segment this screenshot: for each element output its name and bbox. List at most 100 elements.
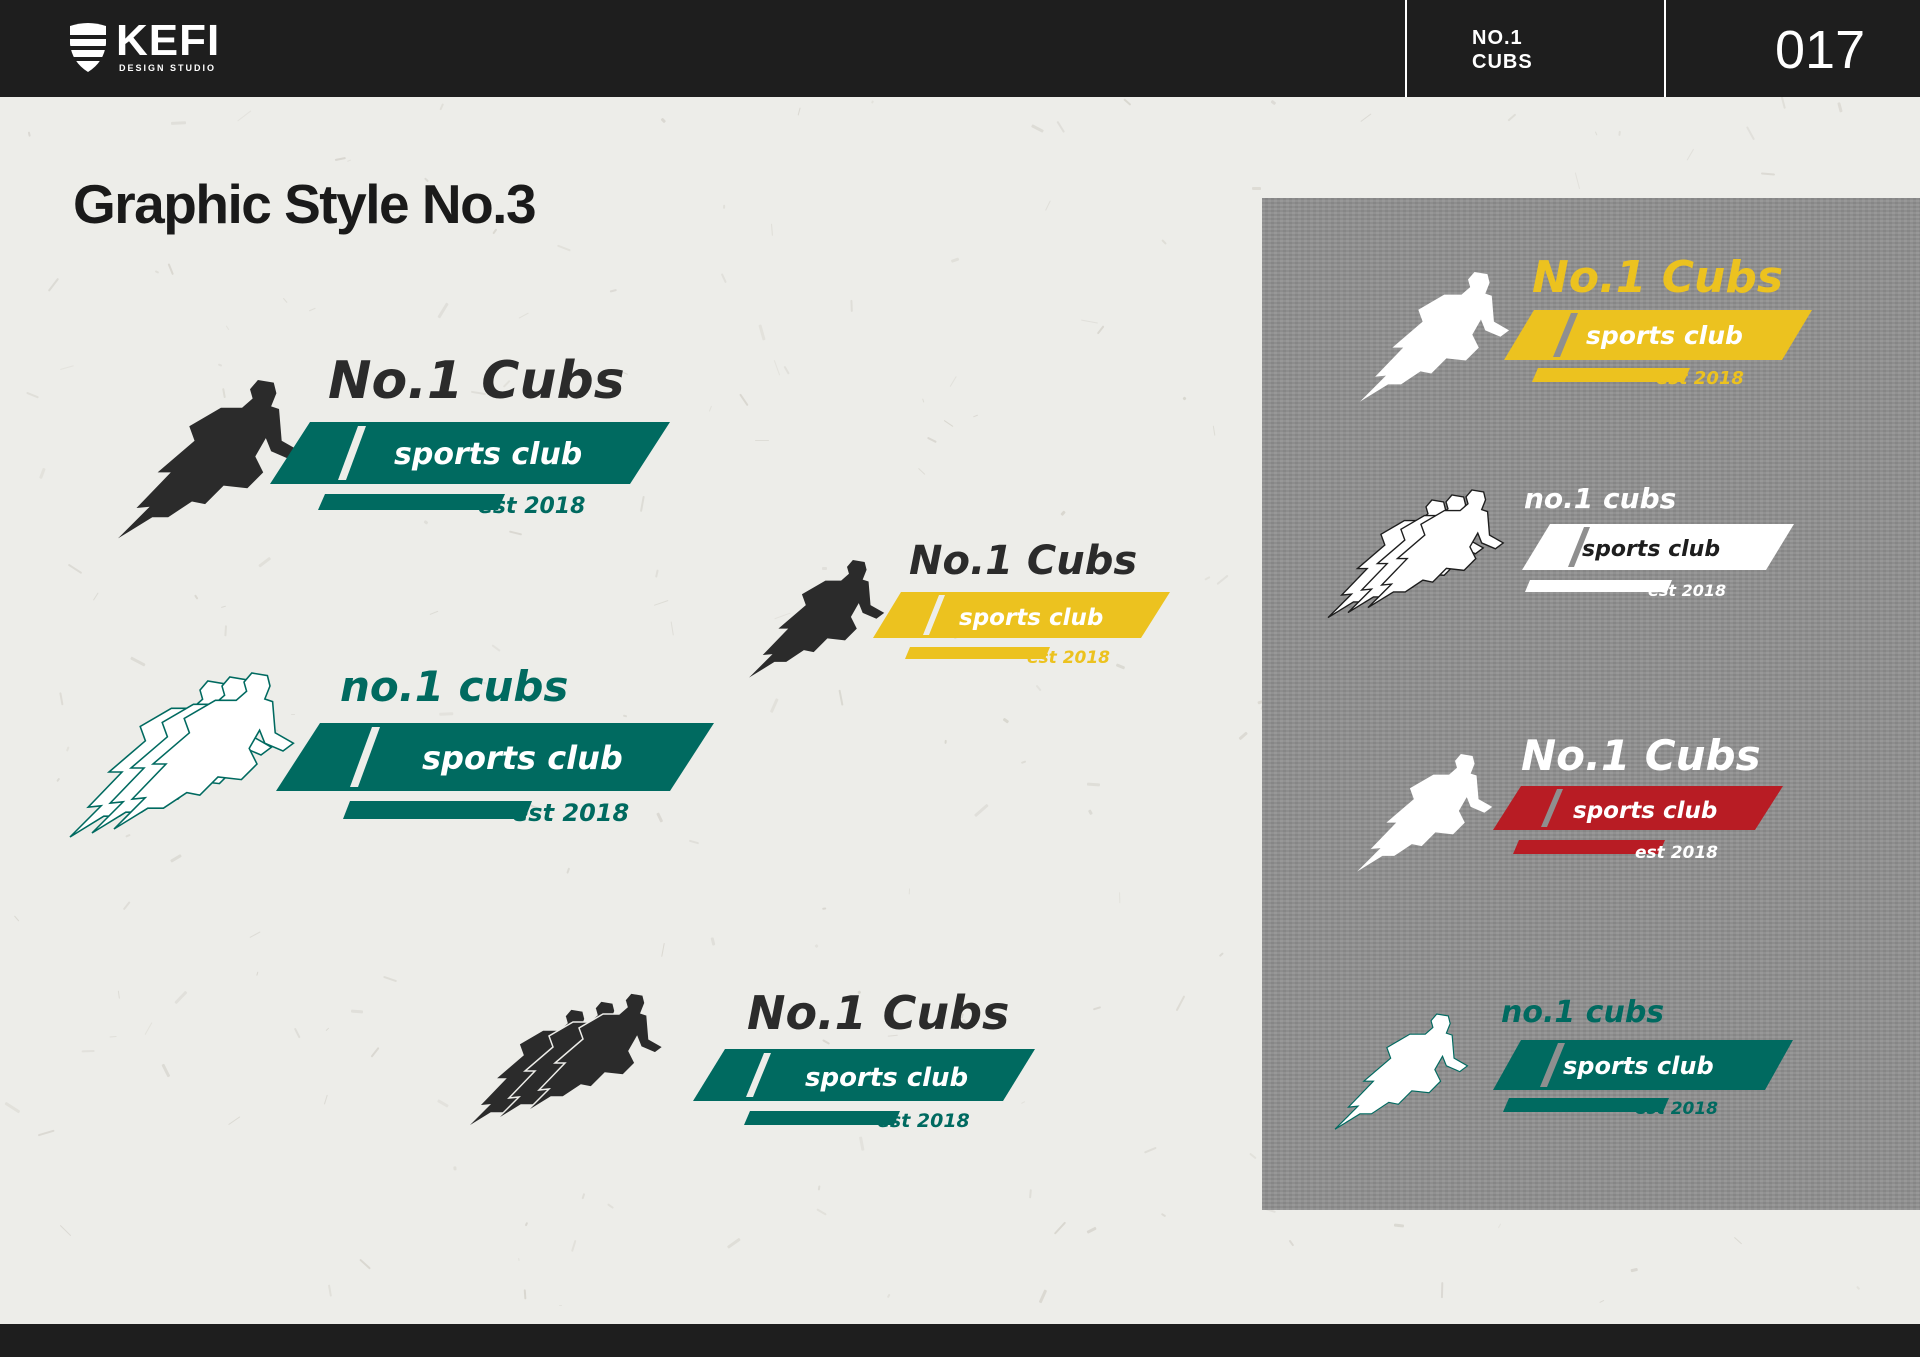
logo-name: no.1 cubs bbox=[340, 662, 568, 711]
logo-variant-3: no.1 cubs sports club est 2018 bbox=[69, 662, 720, 845]
paper-fleck bbox=[155, 270, 160, 274]
paper-fleck bbox=[739, 393, 750, 407]
paper-fleck bbox=[565, 867, 570, 874]
paper-fleck bbox=[110, 1035, 118, 1038]
header-divider bbox=[1664, 0, 1666, 97]
paper-fleck bbox=[67, 563, 83, 575]
paper-fleck bbox=[82, 1049, 95, 1053]
paper-fleck bbox=[655, 569, 659, 578]
paper-fleck bbox=[27, 131, 31, 137]
paper-fleck bbox=[1088, 809, 1094, 816]
logo-name: No.1 Cubs bbox=[747, 986, 1009, 1040]
logo-tagline: sports club bbox=[1573, 798, 1717, 824]
paper-fleck bbox=[249, 931, 261, 938]
paper-fleck bbox=[782, 366, 790, 376]
logo-tagline: sports club bbox=[1586, 321, 1743, 350]
paper-fleck bbox=[1055, 120, 1065, 134]
paper-fleck bbox=[943, 420, 954, 428]
logo-est: est 2018 bbox=[1635, 1099, 1718, 1119]
paper-fleck bbox=[1217, 574, 1229, 585]
paper-fleck bbox=[437, 302, 449, 319]
logo-variant-8: no.1 cubs sports club est 2018 bbox=[1334, 995, 1805, 1136]
paper-fleck bbox=[559, 1305, 563, 1307]
shield-stripes-icon bbox=[70, 23, 106, 72]
paper-fleck bbox=[1203, 575, 1211, 581]
logo-variant-7: No.1 Cubs sports club est 2018 bbox=[1355, 730, 1785, 880]
paper-fleck bbox=[838, 689, 844, 706]
paper-fleck bbox=[323, 1094, 328, 1105]
paper-fleck bbox=[382, 975, 397, 983]
logo-tagline: sports club bbox=[959, 605, 1103, 631]
logo-est: est 2018 bbox=[478, 494, 585, 519]
paper-fleck bbox=[797, 107, 801, 116]
logo-tagline: sports club bbox=[805, 1063, 968, 1093]
paper-fleck bbox=[1249, 1152, 1257, 1159]
paper-fleck bbox=[921, 398, 925, 404]
paper-fleck bbox=[771, 223, 774, 236]
paper-fleck bbox=[949, 376, 957, 388]
paper-fleck bbox=[144, 1021, 153, 1035]
paper-fleck bbox=[1219, 952, 1225, 958]
paper-fleck bbox=[814, 944, 819, 949]
header-divider bbox=[1405, 0, 1407, 97]
paper-fleck bbox=[660, 942, 665, 957]
runner-icon bbox=[118, 380, 301, 539]
logo-tagline: sports club bbox=[422, 739, 623, 777]
runner-icon bbox=[1360, 272, 1510, 402]
paper-fleck bbox=[170, 854, 182, 864]
logo-variant-5: No.1 Cubs sports club est 2018 bbox=[1358, 248, 1818, 402]
paper-fleck bbox=[168, 263, 175, 275]
paper-fleck bbox=[944, 740, 947, 745]
paper-fleck bbox=[517, 1258, 520, 1262]
paper-fleck bbox=[294, 1027, 301, 1039]
paper-fleck bbox=[1086, 1226, 1097, 1234]
brand-logo[interactable]: KEFI DESIGN STUDIO bbox=[66, 19, 220, 74]
paper-fleck bbox=[1251, 186, 1262, 190]
paper-fleck bbox=[1288, 1239, 1294, 1247]
paper-fleck bbox=[1507, 113, 1517, 122]
paper-fleck bbox=[429, 610, 439, 615]
paper-fleck bbox=[1359, 112, 1372, 123]
paper-fleck bbox=[1097, 325, 1105, 334]
logo-name: No.1 Cubs bbox=[909, 538, 1137, 584]
paper-fleck bbox=[518, 312, 529, 319]
paper-fleck bbox=[581, 1193, 586, 1200]
paper-fleck bbox=[255, 971, 258, 976]
paper-fleck bbox=[1118, 891, 1121, 903]
logo-variant-4: No.1 Cubs sports club est 2018 bbox=[464, 983, 1045, 1133]
paper-fleck bbox=[609, 288, 617, 293]
paper-fleck bbox=[1617, 130, 1621, 136]
paper-fleck bbox=[1002, 717, 1009, 724]
logo-tagline: sports club bbox=[1582, 537, 1720, 562]
paper-fleck bbox=[14, 915, 20, 923]
paper-fleck bbox=[59, 692, 64, 706]
paper-fleck bbox=[773, 360, 781, 376]
paper-fleck bbox=[59, 1225, 71, 1237]
paper-fleck bbox=[1161, 239, 1167, 246]
paper-fleck bbox=[358, 1258, 371, 1270]
paper-fleck bbox=[37, 1129, 55, 1136]
paper-fleck bbox=[436, 1099, 449, 1108]
logo-name: No.1 Cubs bbox=[1521, 731, 1761, 780]
paper-fleck bbox=[918, 467, 927, 476]
paper-fleck bbox=[1123, 98, 1131, 106]
runner-icon bbox=[1334, 1013, 1469, 1130]
logo-est: est 2018 bbox=[1027, 648, 1110, 668]
logo-est: est 2018 bbox=[512, 799, 629, 827]
paper-fleck bbox=[1440, 1281, 1443, 1298]
paper-fleck bbox=[1394, 1223, 1404, 1228]
paper-fleck bbox=[708, 405, 712, 412]
logo-tagline: sports club bbox=[1563, 1052, 1714, 1080]
paper-fleck bbox=[723, 205, 726, 210]
paper-fleck bbox=[1745, 126, 1755, 140]
paper-fleck bbox=[1599, 1299, 1605, 1303]
paper-fleck bbox=[1020, 759, 1026, 764]
paper-fleck bbox=[654, 599, 669, 606]
paper-fleck bbox=[887, 1294, 891, 1299]
paper-fleck bbox=[38, 467, 46, 479]
paper-fleck bbox=[194, 594, 198, 600]
paper-fleck bbox=[174, 990, 188, 1004]
paper-fleck bbox=[328, 1284, 332, 1297]
paper-fleck bbox=[758, 324, 766, 341]
paper-fleck bbox=[1030, 123, 1044, 133]
